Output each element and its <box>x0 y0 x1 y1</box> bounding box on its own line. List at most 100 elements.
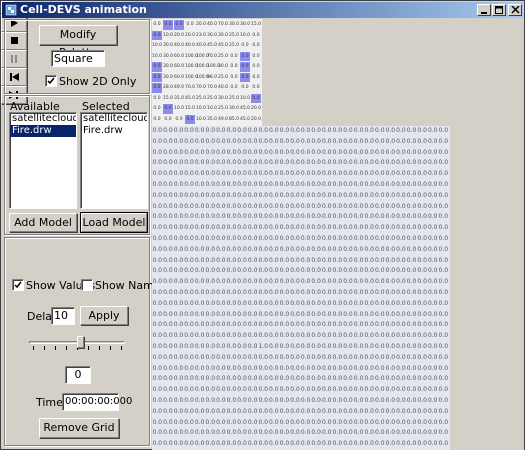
grid-cell: 0.0 <box>173 321 184 329</box>
grid-view[interactable]: 0.0 0.0 0.0 0.0 20.0 40.0 70.0 30.0 30.0 15.0 0.0 1… <box>152 19 524 450</box>
grid-cell: 0.0 <box>322 234 332 242</box>
grid-cell: 0.0 <box>438 224 449 232</box>
minimize-button[interactable] <box>477 4 491 16</box>
grid-row: 0.00.00.00.00.00.00.00.00.00.01.00.00.00… <box>152 342 450 353</box>
grid-cell: 0.0 <box>258 127 268 134</box>
grid-cell: 0.0 <box>300 440 311 448</box>
grid-cell: 35.0 <box>207 116 218 122</box>
cell-grid-small[interactable]: 0.0 0.0 0.0 0.0 20.0 40.0 70.0 30.0 30.0 15.0 0.0 1… <box>152 19 262 126</box>
cell-grid-main[interactable]: 0.00.00.00.00.00.00.00.00.00.00.00.00.00… <box>152 126 450 450</box>
grid-cell: 0.0 <box>364 234 374 242</box>
grid-cell: 0.0 <box>205 310 216 318</box>
grid-cell: 0.0 <box>269 256 279 264</box>
delay-input[interactable]: 10 <box>51 307 75 325</box>
window-title: Cell-DEVS animation <box>20 3 147 16</box>
grid-cell: 0.0 <box>163 159 173 167</box>
grid-cell: 0.0 <box>237 127 247 134</box>
grid-cell: 0.0 <box>438 353 449 361</box>
grid-cell: 30.0 <box>218 32 229 38</box>
check-icon <box>14 281 22 289</box>
grid-row: 0.00.00.00.00.00.00.00.00.00.00.00.00.00… <box>152 310 450 321</box>
grid-cell: 0.0 <box>322 180 332 188</box>
add-model-button[interactable]: Add Model <box>9 213 77 232</box>
available-list[interactable]: satelliteclouds.drw Fire.drw <box>9 112 77 209</box>
grid-cell: 0.0 <box>353 342 364 350</box>
grid-cell: 0.0 <box>332 191 343 199</box>
grid-cell: 15.0 <box>163 95 174 101</box>
load-model-button[interactable]: Load Model <box>80 212 148 233</box>
shape-select[interactable]: Square <box>51 50 105 67</box>
grid-cell: 0.0 <box>205 364 216 372</box>
grid-cell: 0.0 <box>247 159 258 167</box>
grid-cell: 0.0 <box>300 159 311 167</box>
grid-cell: 20.0 <box>174 32 185 38</box>
show-names-checkbox[interactable] <box>81 279 93 291</box>
grid-cell: 0.0 <box>163 407 173 415</box>
grid-cell: 0.0 <box>226 396 237 404</box>
show-2d-only-checkbox[interactable] <box>45 75 57 87</box>
minimize-icon <box>481 12 487 14</box>
list-item[interactable]: Fire.drw <box>81 125 147 137</box>
grid-cell: 0.0 <box>237 407 247 415</box>
grid-cell: 10.0 <box>240 32 251 38</box>
close-button[interactable] <box>508 4 522 16</box>
grid-cell: 0.0 <box>173 148 184 156</box>
grid-cell: 0.0 <box>279 407 290 415</box>
title-bar[interactable]: Cell-DEVS animation <box>2 2 523 18</box>
grid-cell: 0.0 <box>427 180 438 188</box>
grid-cell: 0.0 <box>385 267 396 275</box>
grid-cell: 0.0 <box>247 234 258 242</box>
maximize-button[interactable] <box>492 4 506 16</box>
grid-cell: 0.0 <box>311 440 321 448</box>
grid-cell: 0.0 <box>417 191 427 199</box>
grid-cell: 0.0 <box>332 278 343 286</box>
grid-cell: 0.0 <box>343 148 353 156</box>
grid-cell: 0.0 <box>252 74 260 80</box>
grid-cell: 0.0 <box>438 310 449 318</box>
grid-cell: 0.0 <box>353 440 364 448</box>
grid-cell: 0.0 <box>343 332 353 340</box>
remove-grid-button[interactable]: Remove Grid <box>39 418 119 438</box>
grid-cell: 0.0 <box>396 418 406 426</box>
apply-button[interactable]: Apply <box>80 306 128 325</box>
grid-cell: 0.0 <box>396 375 406 383</box>
grid-cell: 0.0 <box>364 299 374 307</box>
slider-thumb[interactable] <box>77 336 84 348</box>
list-item[interactable]: Fire.drw <box>10 125 76 137</box>
grid-cell: 0.0 <box>396 159 406 167</box>
show-values-checkbox[interactable] <box>12 279 24 291</box>
list-item[interactable]: satelliteclouds.drw <box>81 113 147 125</box>
grid-cell: 0.0 <box>258 418 268 426</box>
grid-cell: 0.0 <box>332 342 343 350</box>
grid-cell: 0.0 <box>173 375 184 383</box>
grid-row: 0.00.00.00.00.00.00.00.00.00.00.00.00.00… <box>152 299 450 310</box>
grid-cell: 0.0 <box>396 396 406 404</box>
grid-cell: 0.0 <box>427 310 438 318</box>
grid-cell: 0.0 <box>205 234 216 242</box>
grid-cell: 0.0 <box>374 386 385 394</box>
grid-cell: 0.0 <box>396 256 406 264</box>
grid-cell: 0.0 <box>247 245 258 253</box>
list-item[interactable]: satelliteclouds.drw <box>10 113 76 125</box>
grid-cell: 0.0 <box>163 20 173 30</box>
grid-cell: 35.0 <box>174 95 185 101</box>
modify-palette-button[interactable]: Modify Palette <box>39 25 117 59</box>
grid-cell: 0.0 <box>311 180 321 188</box>
grid-cell: 0.0 <box>385 396 396 404</box>
grid-cell: 0.0 <box>163 396 173 404</box>
grid-cell: 0.0 <box>205 278 216 286</box>
grid-cell: 0.0 <box>396 342 406 350</box>
grid-cell: 0.0 <box>194 364 205 372</box>
delay-slider[interactable] <box>29 336 125 350</box>
grid-cell: 0.0 <box>216 321 226 329</box>
frame-input[interactable]: 0 <box>65 366 91 384</box>
grid-cell: 0.0 <box>184 234 194 242</box>
grid-cell: 0.0 <box>184 191 194 199</box>
selected-list[interactable]: satelliteclouds.drw Fire.drw <box>80 112 148 209</box>
grid-cell: 0.0 <box>237 202 247 210</box>
grid-cell: 0.0 <box>173 418 184 426</box>
grid-cell: 0.0 <box>438 396 449 404</box>
grid-cell: 0.0 <box>290 407 300 415</box>
grid-cell: 0.0 <box>194 159 205 167</box>
grid-cell: 0.0 <box>216 159 226 167</box>
